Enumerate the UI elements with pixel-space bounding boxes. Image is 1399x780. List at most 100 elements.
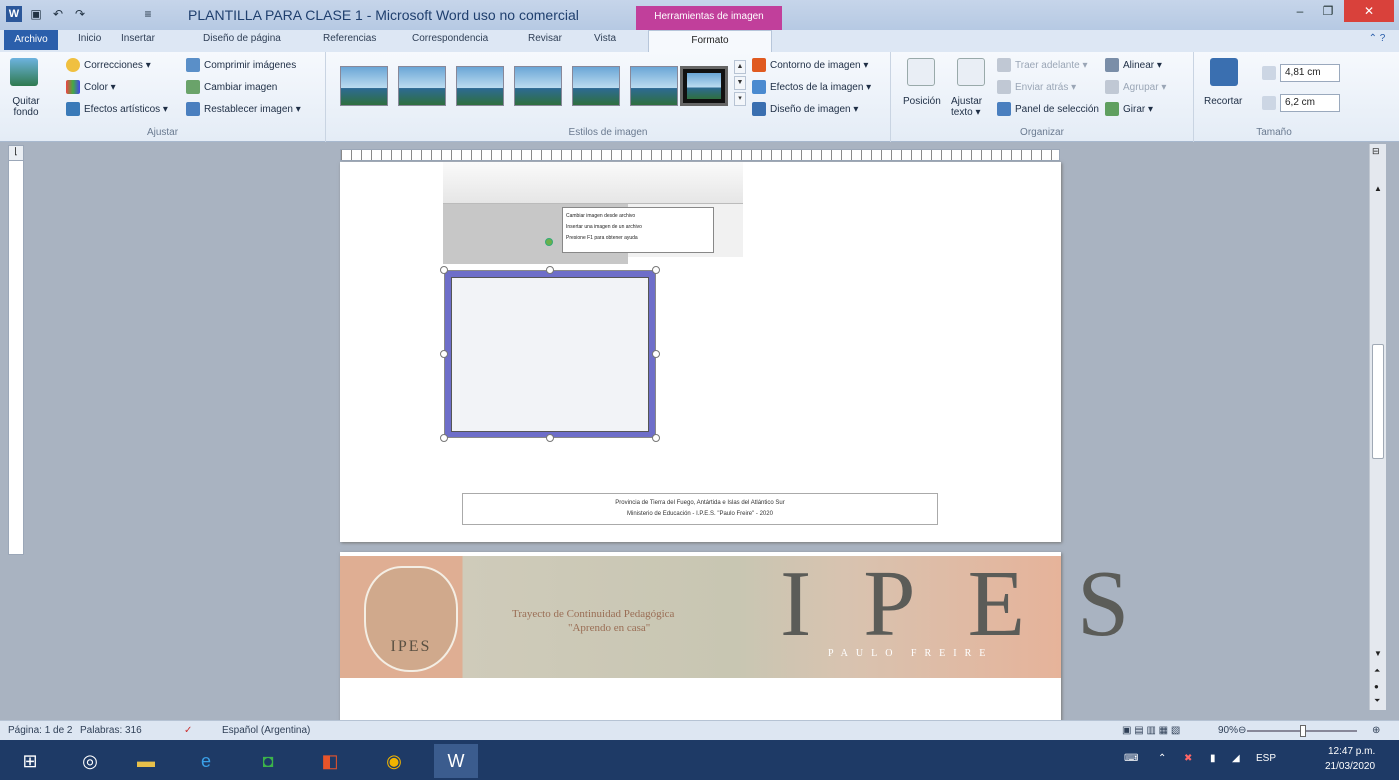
contorno-imagen-button[interactable]: Contorno de imagen ▾ — [752, 58, 868, 72]
cortana-icon[interactable]: ◎ — [68, 744, 112, 778]
document-page-1[interactable]: Cambiar imagen desde archivo Insertar un… — [340, 162, 1061, 542]
tab-formato[interactable]: Formato — [648, 30, 772, 52]
tray-chevron-icon[interactable]: ⌃ — [1158, 753, 1166, 764]
spelling-icon[interactable]: ✓ — [184, 725, 192, 736]
restore-icon[interactable]: ❐ — [1314, 0, 1342, 22]
panel-seleccion-button[interactable]: Panel de selección — [997, 102, 1099, 116]
resize-handle[interactable] — [440, 266, 448, 274]
tab-referencias[interactable]: Referencias — [323, 33, 376, 44]
recortar-button[interactable]: Recortar — [1204, 96, 1242, 107]
windows-start-icon[interactable]: ⊞ — [8, 744, 52, 778]
efectos-artisticos-button[interactable]: Efectos artísticos ▾ — [66, 102, 168, 116]
word-count[interactable]: Palabras: 316 — [80, 725, 142, 736]
resize-handle[interactable] — [652, 350, 660, 358]
word-taskbar-icon[interactable]: W — [434, 744, 478, 778]
previous-page-icon[interactable]: ⏶ — [1374, 666, 1380, 676]
tab-diseno-pagina[interactable]: Diseño de página — [203, 33, 281, 44]
input-language[interactable]: ESP — [1256, 753, 1276, 764]
battery-icon[interactable]: ▮ — [1210, 753, 1216, 764]
scrollbar-thumb[interactable] — [1372, 344, 1384, 459]
picture-style-thumb-selected[interactable] — [680, 66, 728, 106]
traer-adelante-button[interactable]: Traer adelante ▾ — [997, 58, 1087, 72]
restablecer-imagen-button[interactable]: Restablecer imagen ▾ — [186, 102, 301, 116]
alinear-button[interactable]: Alinear ▾ — [1105, 58, 1162, 72]
language-indicator[interactable]: Español (Argentina) — [222, 725, 310, 736]
network-icon[interactable]: ◢ — [1232, 753, 1240, 764]
redo-icon[interactable]: ↷ — [72, 6, 88, 22]
picture-style-thumb[interactable] — [340, 66, 388, 106]
next-page-icon[interactable]: ⏷ — [1374, 696, 1380, 706]
girar-button[interactable]: Girar ▾ — [1105, 102, 1153, 116]
picture-style-thumb[interactable] — [572, 66, 620, 106]
tab-archivo[interactable]: Archivo — [4, 30, 58, 50]
save-icon[interactable]: ▣ — [28, 6, 44, 22]
page-footer[interactable]: Provincia de Tierra del Fuego, Antártida… — [462, 493, 938, 525]
tab-revisar[interactable]: Revisar — [528, 33, 562, 44]
picture-style-thumb[interactable] — [456, 66, 504, 106]
gallery-more-icon[interactable]: ▾ — [734, 92, 746, 106]
keyboard-icon[interactable]: ⌨ — [1124, 753, 1138, 764]
rotation-handle[interactable] — [545, 238, 553, 246]
correcciones-button[interactable]: Correcciones ▾ — [66, 58, 151, 72]
page-count[interactable]: Página: 1 de 2 — [8, 725, 73, 736]
view-buttons[interactable]: ▣ ▤ ▥ ▦ ▧ — [1122, 725, 1180, 736]
vertical-scrollbar[interactable]: ⊟ ▲ ▼ ⏶ ● ⏷ — [1369, 144, 1386, 710]
file-explorer-icon[interactable]: ▬ — [124, 744, 168, 778]
enviar-atras-button[interactable]: Enviar atrás ▾ — [997, 80, 1076, 94]
scroll-down-icon[interactable]: ▼ — [1374, 649, 1382, 658]
close-icon[interactable]: ✕ — [1344, 0, 1394, 22]
wrap-text-icon[interactable] — [957, 58, 985, 86]
tab-insertar[interactable]: Insertar — [121, 33, 155, 44]
horizontal-ruler[interactable] — [340, 149, 1060, 161]
clock-date[interactable]: 21/03/2020 — [1325, 761, 1375, 772]
resize-handle[interactable] — [652, 266, 660, 274]
tab-inicio[interactable]: Inicio — [78, 33, 101, 44]
header-banner-image[interactable]: IPES Trayecto de Continuidad Pedagógica … — [340, 556, 1129, 678]
tab-vista[interactable]: Vista — [594, 33, 616, 44]
store-icon[interactable]: ◘ — [246, 744, 290, 778]
internet-explorer-icon[interactable]: e — [184, 744, 228, 778]
resize-handle[interactable] — [546, 266, 554, 274]
scroll-up-icon[interactable]: ▲ — [1374, 184, 1382, 193]
comprimir-imagenes-button[interactable]: Comprimir imágenes — [186, 58, 296, 72]
minimize-icon[interactable]: – — [1286, 0, 1314, 22]
customize-qat-icon[interactable]: ≡ — [140, 6, 156, 22]
document-page-2[interactable]: IPES Trayecto de Continuidad Pedagógica … — [340, 552, 1129, 722]
chrome-icon[interactable]: ◉ — [372, 744, 416, 778]
gallery-down-icon[interactable]: ▼ — [734, 76, 746, 90]
resize-handle[interactable] — [546, 434, 554, 442]
undo-icon[interactable]: ↶ — [50, 6, 66, 22]
color-button[interactable]: Color ▾ — [66, 80, 116, 94]
word-app-icon[interactable]: W — [6, 6, 22, 22]
picture-style-thumb[interactable] — [398, 66, 446, 106]
zoom-out-icon[interactable]: ⊖ — [1238, 725, 1246, 736]
vertical-ruler[interactable] — [8, 145, 24, 555]
tab-selector-icon[interactable]: ⌊ — [8, 145, 24, 161]
quitar-fondo-button[interactable]: Quitar fondo — [6, 96, 46, 118]
selected-picture[interactable] — [444, 270, 656, 438]
gallery-up-icon[interactable]: ▲ — [734, 60, 746, 74]
clock-time[interactable]: 12:47 p.m. — [1328, 746, 1375, 757]
zoom-level[interactable]: 90% — [1218, 725, 1238, 736]
browse-object-icon[interactable]: ● — [1374, 682, 1379, 691]
crop-icon[interactable] — [1210, 58, 1238, 86]
ajustar-texto-button[interactable]: Ajustar texto ▾ — [951, 96, 991, 118]
width-input[interactable]: 6,2 cm — [1280, 94, 1340, 112]
posicion-button[interactable]: Posición — [903, 96, 941, 107]
zoom-in-icon[interactable]: ⊕ — [1372, 725, 1380, 736]
ruler-toggle-icon[interactable]: ⊟ — [1372, 146, 1380, 157]
resize-handle[interactable] — [652, 434, 660, 442]
diseno-imagen-button[interactable]: Diseño de imagen ▾ — [752, 102, 858, 116]
agrupar-button[interactable]: Agrupar ▾ — [1105, 80, 1166, 94]
efectos-imagen-button[interactable]: Efectos de la imagen ▾ — [752, 80, 871, 94]
picture-style-thumb[interactable] — [514, 66, 562, 106]
notification-icon[interactable]: ✖ — [1184, 753, 1192, 764]
zoom-slider-knob[interactable] — [1300, 725, 1306, 737]
resize-handle[interactable] — [440, 434, 448, 442]
resize-handle[interactable] — [440, 350, 448, 358]
remove-background-icon[interactable] — [10, 58, 38, 86]
office-icon[interactable]: ◧ — [308, 744, 352, 778]
cambiar-imagen-button[interactable]: Cambiar imagen — [186, 80, 277, 94]
help-icon[interactable]: ⌃ ? — [1362, 33, 1392, 49]
tab-correspondencia[interactable]: Correspondencia — [412, 33, 488, 44]
